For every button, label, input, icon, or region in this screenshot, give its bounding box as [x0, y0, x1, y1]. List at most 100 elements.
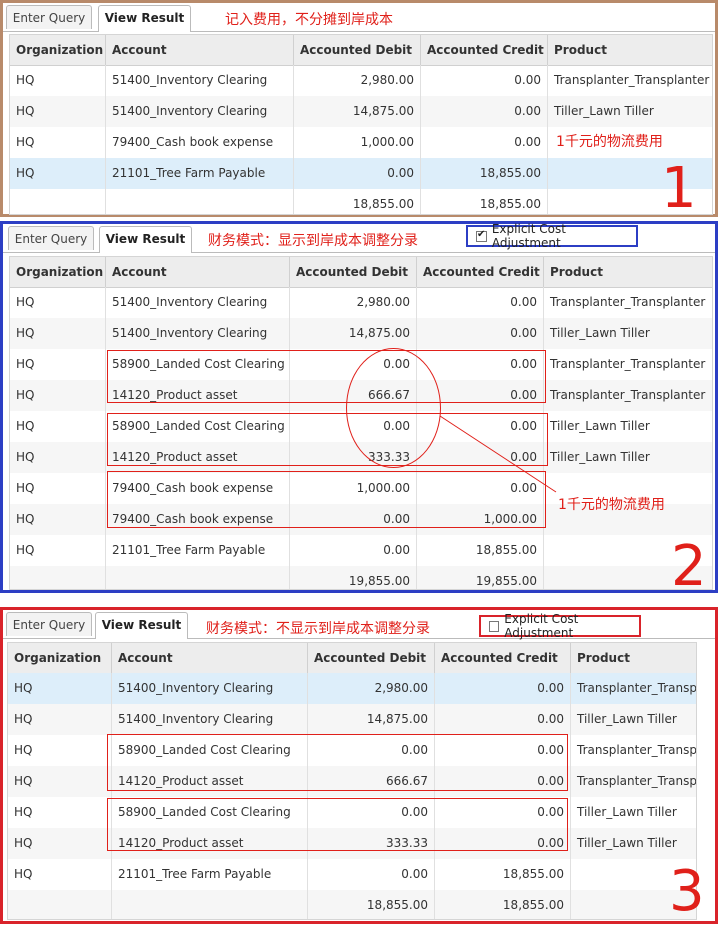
- column-header[interactable]: Accounted Debit: [308, 643, 435, 673]
- panel-3-note: 财务模式：不显示到岸成本调整分录: [206, 621, 430, 637]
- table-row[interactable]: HQ 58900_Landed Cost Clearing 0.00 0.00 Till…: [8, 797, 696, 828]
- table-row[interactable]: HQ 51400_Inventory Clearing 14,875.00 0.00 T…: [8, 704, 696, 735]
- annotation-arrow: [439, 415, 557, 493]
- table-cell: Tiller_Lawn Tiller: [571, 797, 696, 828]
- tab-view-result[interactable]: View Result: [98, 5, 191, 32]
- table-cell: HQ: [10, 65, 106, 96]
- table-cell: [8, 890, 112, 919]
- table-cell: HQ: [8, 766, 112, 797]
- table-cell: 58900_Landed Cost Clearing: [112, 797, 308, 828]
- table-cell: 21101_Tree Farm Payable: [106, 158, 294, 189]
- column-header[interactable]: Accounted Debit: [294, 35, 421, 65]
- column-header[interactable]: Account: [106, 35, 294, 65]
- table-cell: HQ: [10, 158, 106, 189]
- table-cell: 2,980.00: [294, 65, 421, 96]
- column-header[interactable]: Account: [112, 643, 308, 673]
- table-cell: [10, 189, 106, 214]
- table-cell: HQ: [10, 96, 106, 127]
- table-cell: 0.00: [421, 65, 548, 96]
- panel-number-3: 3: [669, 859, 705, 924]
- panel-number-2: 2: [671, 534, 707, 599]
- tab-view-result[interactable]: View Result: [95, 612, 188, 639]
- table-cell: Transplanter_Transplanter: [571, 673, 696, 704]
- table-cell: 0.00: [294, 158, 421, 189]
- table-cell: 0.00: [421, 96, 548, 127]
- table-row[interactable]: HQ 51400_Inventory Clearing 2,980.00 0.00 Tr…: [10, 65, 712, 96]
- panel-number-1: 1: [661, 156, 697, 221]
- column-header[interactable]: Accounted Credit: [435, 643, 571, 673]
- table-cell: 18,855.00: [421, 158, 548, 189]
- table-row[interactable]: HQ 21101_Tree Farm Payable 0.00 18,855.00: [10, 158, 712, 189]
- table-cell: [106, 189, 294, 214]
- checkbox-unchecked-icon[interactable]: [489, 620, 500, 632]
- table-row[interactable]: HQ 21101_Tree Farm Payable 0.00 18,855.00: [8, 859, 696, 890]
- table-cell: HQ: [10, 127, 106, 158]
- table-row[interactable]: HQ 51400_Inventory Clearing 2,980.00 0.00 Tr…: [8, 673, 696, 704]
- table-cell: 18,855.00: [294, 189, 421, 214]
- table-cell: HQ: [8, 859, 112, 890]
- result-grid-3: Organization Account Accounted Debit Accoun…: [7, 642, 697, 920]
- table-cell: HQ: [8, 704, 112, 735]
- panel-2: Enter Query View Result 财务模式：显示到岸成本调整分录 …: [0, 221, 718, 599]
- table-cell: HQ: [8, 673, 112, 704]
- panel-1: Enter Query View Result 记入费用，不分摊到岸成本 Org…: [0, 0, 718, 217]
- table-cell: 18,855.00: [435, 890, 571, 919]
- table-row[interactable]: HQ 51400_Inventory Clearing 14,875.00 0.00 T…: [10, 96, 712, 127]
- table-cell: 51400_Inventory Clearing: [112, 704, 308, 735]
- table-cell: 21101_Tree Farm Payable: [112, 859, 308, 890]
- table-cell: Tiller_Lawn Tiller: [571, 828, 696, 859]
- logistics-annotation-1: 1千元的物流费用: [556, 134, 663, 150]
- table-cell: 666.67: [308, 766, 435, 797]
- column-header[interactable]: Organization: [8, 643, 112, 673]
- table-cell: 1,000.00: [294, 127, 421, 158]
- table-cell: 18,855.00: [308, 890, 435, 919]
- table-cell: 0.00: [435, 673, 571, 704]
- table-cell: 333.33: [308, 828, 435, 859]
- result-grid-1: Organization Account Accounted Debit Accoun…: [9, 34, 713, 215]
- tab-enter-query[interactable]: Enter Query: [6, 5, 92, 29]
- table-cell: 51400_Inventory Clearing: [112, 673, 308, 704]
- logistics-annotation-2: 1千元的物流费用: [558, 497, 665, 513]
- tab-enter-query[interactable]: Enter Query: [6, 612, 92, 636]
- table-cell: 0.00: [435, 704, 571, 735]
- table-cell: 0.00: [435, 735, 571, 766]
- column-header[interactable]: Organization: [10, 35, 106, 65]
- table-cell: 0.00: [308, 735, 435, 766]
- table-cell: 51400_Inventory Clearing: [106, 96, 294, 127]
- totals-row[interactable]: 18,855.00 18,855.00: [10, 189, 712, 214]
- totals-row[interactable]: 18,855.00 18,855.00: [8, 890, 696, 919]
- table-row[interactable]: HQ 58900_Landed Cost Clearing 0.00 0.00 Tran…: [8, 735, 696, 766]
- panel-3: Enter Query View Result 财务模式：不显示到岸成本调整分录…: [0, 607, 718, 924]
- table-cell: Tiller_Lawn Tiller: [548, 96, 712, 127]
- table-cell: Transplanter_Transplanter: [548, 65, 712, 96]
- table-cell: HQ: [8, 735, 112, 766]
- table-cell: [112, 890, 308, 919]
- table-cell: 18,855.00: [435, 859, 571, 890]
- table-cell: 58900_Landed Cost Clearing: [112, 735, 308, 766]
- table-cell: 18,855.00: [421, 189, 548, 214]
- table-cell: 14,875.00: [294, 96, 421, 127]
- table-cell: Transplanter_Transplanter: [571, 735, 696, 766]
- column-header[interactable]: Product: [571, 643, 696, 673]
- table-cell: 0.00: [308, 859, 435, 890]
- table-cell: 0.00: [421, 127, 548, 158]
- table-cell: 14120_Product asset: [112, 766, 308, 797]
- explicit-cost-adjustment-checkbox[interactable]: Explicit Cost Adjustment: [479, 612, 641, 640]
- table-cell: Transplanter_Transplanter: [571, 766, 696, 797]
- table-row[interactable]: HQ 14120_Product asset 333.33 0.00 Tiller_La…: [8, 828, 696, 859]
- table-cell: Tiller_Lawn Tiller: [571, 704, 696, 735]
- table-row[interactable]: HQ 14120_Product asset 666.67 0.00 Transplan…: [8, 766, 696, 797]
- table-cell: 79400_Cash book expense: [106, 127, 294, 158]
- table-cell: 0.00: [435, 766, 571, 797]
- column-header-row: Organization Account Accounted Debit Accoun…: [8, 643, 696, 674]
- column-header[interactable]: Accounted Credit: [421, 35, 548, 65]
- table-cell: HQ: [8, 797, 112, 828]
- column-header-row: Organization Account Accounted Debit Accoun…: [10, 35, 712, 66]
- table-cell: 2,980.00: [308, 673, 435, 704]
- checkbox-label: Explicit Cost Adjustment: [504, 612, 579, 640]
- table-cell: 14,875.00: [308, 704, 435, 735]
- table-cell: HQ: [8, 828, 112, 859]
- table-cell: 14120_Product asset: [112, 828, 308, 859]
- column-header[interactable]: Product: [548, 35, 712, 65]
- table-cell: 0.00: [435, 828, 571, 859]
